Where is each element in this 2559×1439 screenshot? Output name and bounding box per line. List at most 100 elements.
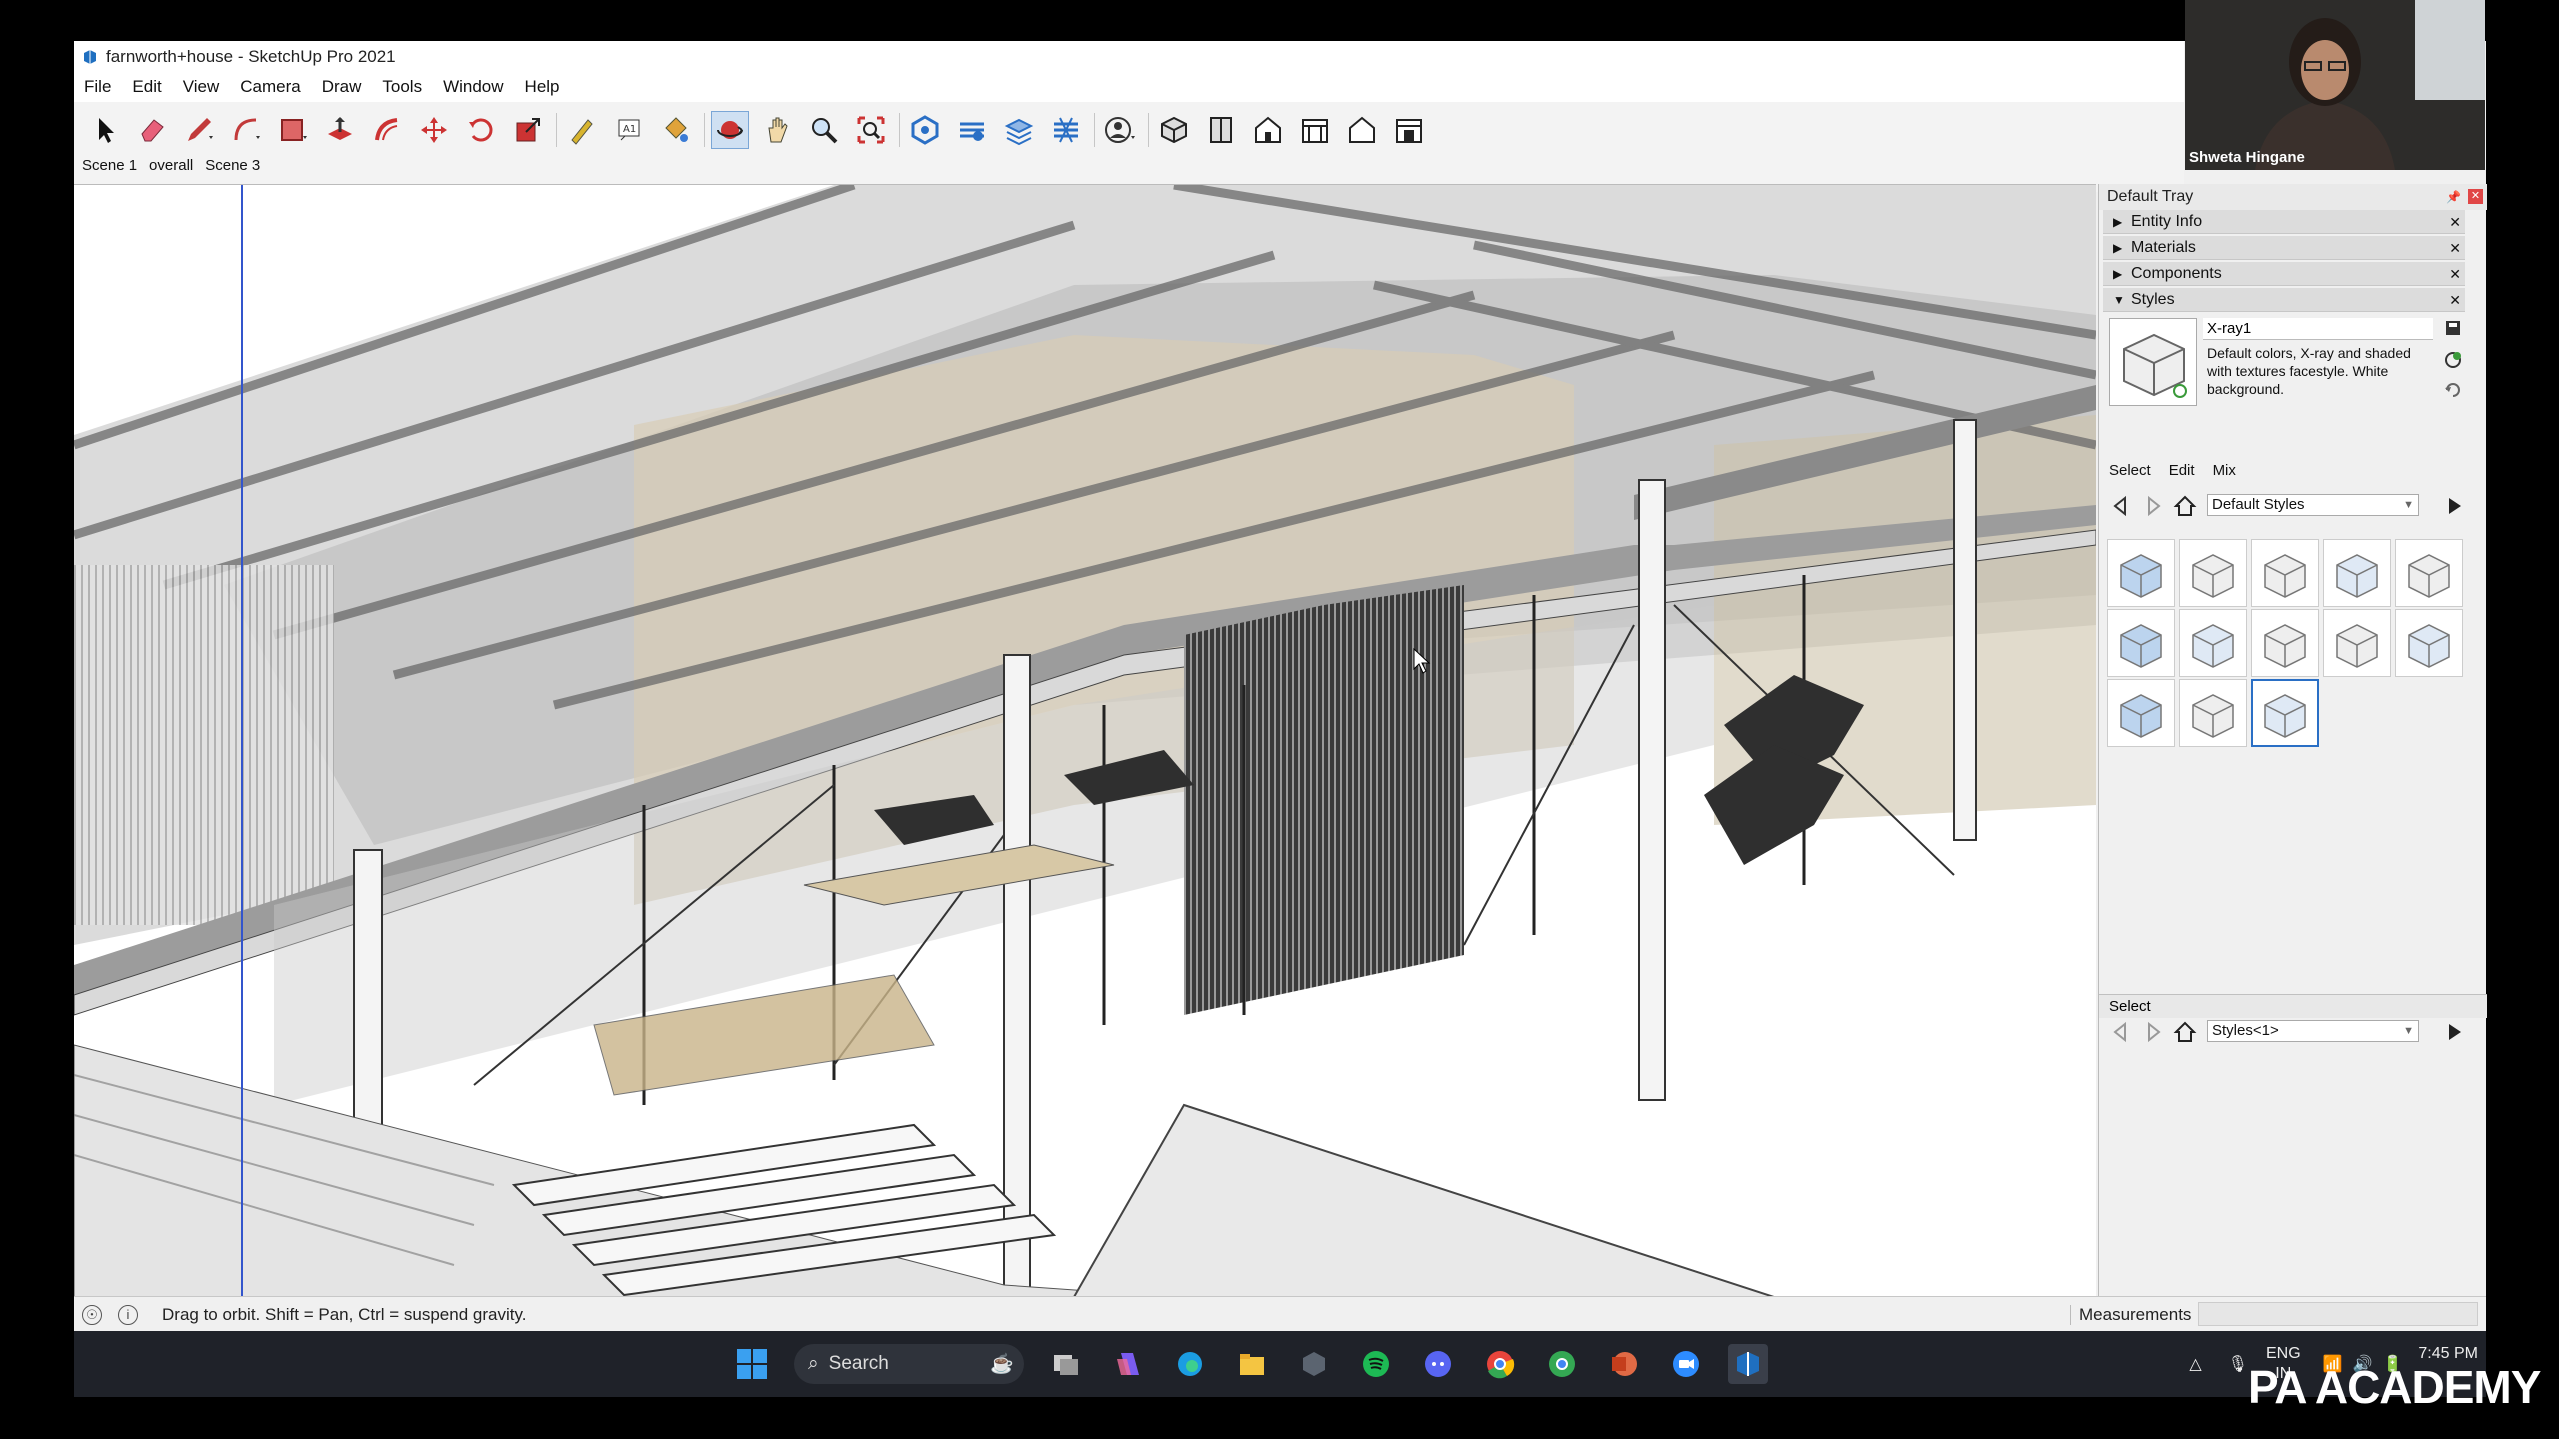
style-collection-select[interactable]: Default Styles ▼ (2207, 494, 2419, 516)
model-viewport[interactable] (74, 184, 2096, 1296)
chrome-icon[interactable] (1480, 1344, 1520, 1384)
details-arrow-icon[interactable] (2443, 494, 2467, 518)
pan-tool-icon[interactable] (758, 111, 796, 149)
close-panel-icon[interactable]: ✕ (2449, 262, 2461, 286)
text-tool-icon[interactable]: A1 (610, 111, 648, 149)
home-icon[interactable] (2173, 494, 2197, 518)
style-swatch[interactable] (2395, 539, 2463, 607)
tab-select[interactable]: Select (2109, 462, 2151, 479)
info-icon[interactable]: i (118, 1305, 138, 1325)
back-view-icon[interactable] (1343, 111, 1381, 149)
right-view-icon[interactable] (1296, 111, 1334, 149)
pencil-tool-icon[interactable] (180, 111, 218, 149)
tab-edit[interactable]: Edit (2169, 462, 2195, 479)
scale-tool-icon[interactable] (509, 111, 547, 149)
sketchup-taskbar-icon[interactable] (1728, 1344, 1768, 1384)
layout-icon[interactable] (1000, 111, 1038, 149)
eraser-tool-icon[interactable] (133, 111, 171, 149)
orbit-tool-icon[interactable] (711, 111, 749, 149)
style-swatch[interactable] (2395, 609, 2463, 677)
style-swatch[interactable] (2323, 539, 2391, 607)
panel-materials[interactable]: ▶ Materials ✕ (2103, 236, 2465, 260)
front-view-icon[interactable] (1249, 111, 1287, 149)
geo-location-icon[interactable]: ☉ (82, 1305, 102, 1325)
style-swatch[interactable] (2323, 609, 2391, 677)
pin-icon[interactable]: 📌 (2446, 184, 2461, 210)
spotify-icon[interactable] (1356, 1344, 1396, 1384)
edge-browser-icon[interactable] (1170, 1344, 1210, 1384)
file-explorer-icon[interactable] (1232, 1344, 1272, 1384)
extension-warehouse-icon[interactable] (953, 111, 991, 149)
offset-tool-icon[interactable] (368, 111, 406, 149)
rotate-tool-icon[interactable] (462, 111, 500, 149)
taskbar-search[interactable]: ⌕ Search ☕ (794, 1344, 1024, 1384)
menu-camera[interactable]: Camera (240, 77, 300, 97)
close-panel-icon[interactable]: ✕ (2449, 236, 2461, 260)
powerpoint-icon[interactable] (1604, 1344, 1644, 1384)
rectangle-tool-icon[interactable] (274, 111, 312, 149)
style-swatch[interactable] (2251, 539, 2319, 607)
close-panel-icon[interactable]: ✕ (2449, 288, 2461, 312)
style-swatch[interactable] (2179, 539, 2247, 607)
windows-start-icon[interactable] (732, 1344, 772, 1384)
details-arrow-icon[interactable] (2443, 1020, 2467, 1044)
iso-view-icon[interactable] (1155, 111, 1193, 149)
scene-tab[interactable]: Scene 1 (82, 157, 137, 174)
style-swatch[interactable] (2107, 609, 2175, 677)
top-view-icon[interactable] (1202, 111, 1240, 149)
copilot-icon[interactable] (1108, 1344, 1148, 1384)
extension-manager-icon[interactable] (1047, 111, 1085, 149)
menu-tools[interactable]: Tools (382, 77, 422, 97)
close-tray-icon[interactable]: ✕ (2468, 189, 2483, 204)
menu-view[interactable]: View (183, 77, 220, 97)
scene-tabs: Scene 1 overall Scene 3 (82, 157, 272, 174)
tab-mix[interactable]: Mix (2213, 462, 2236, 479)
panel-entity-info[interactable]: ▶ Entity Info ✕ (2103, 210, 2465, 234)
left-view-icon[interactable] (1390, 111, 1428, 149)
select-tool-icon[interactable] (86, 111, 124, 149)
paint-bucket-tool-icon[interactable] (657, 111, 695, 149)
style-swatch[interactable] (2179, 609, 2247, 677)
menu-draw[interactable]: Draw (322, 77, 362, 97)
style-swatch[interactable] (2179, 679, 2247, 747)
tape-measure-tool-icon[interactable] (563, 111, 601, 149)
arc-tool-icon[interactable] (227, 111, 265, 149)
zoom-extents-tool-icon[interactable] (852, 111, 890, 149)
forward-arrow-icon[interactable] (2141, 1020, 2165, 1044)
home-icon[interactable] (2173, 1020, 2197, 1044)
scene-tab[interactable]: Scene 3 (205, 157, 260, 174)
back-arrow-icon[interactable] (2109, 494, 2133, 518)
lower-collection-select[interactable]: Styles<1> ▼ (2207, 1020, 2419, 1042)
zoom-icon[interactable] (1666, 1344, 1706, 1384)
close-panel-icon[interactable]: ✕ (2449, 210, 2461, 234)
discord-icon[interactable] (1418, 1344, 1458, 1384)
3d-warehouse-icon[interactable] (906, 111, 944, 149)
create-style-icon[interactable] (2443, 350, 2463, 370)
panel-styles[interactable]: ▼ Styles ✕ (2103, 288, 2465, 312)
style-swatch[interactable] (2107, 539, 2175, 607)
update-style-icon[interactable] (2443, 318, 2463, 338)
forward-arrow-icon[interactable] (2141, 494, 2165, 518)
back-arrow-icon[interactable] (2109, 1020, 2133, 1044)
panel-components[interactable]: ▶ Components ✕ (2103, 262, 2465, 286)
account-icon[interactable] (1101, 111, 1139, 149)
menu-window[interactable]: Window (443, 77, 503, 97)
measurements-input[interactable] (2198, 1302, 2478, 1326)
menu-file[interactable]: File (84, 77, 111, 97)
move-tool-icon[interactable] (415, 111, 453, 149)
refresh-icon[interactable] (2443, 380, 2463, 400)
scene-tab[interactable]: overall (149, 157, 193, 174)
zoom-tool-icon[interactable] (805, 111, 843, 149)
style-name-field[interactable]: X-ray1 (2203, 318, 2433, 340)
style-swatch[interactable] (2251, 679, 2319, 747)
menu-edit[interactable]: Edit (132, 77, 161, 97)
chevron-up-icon[interactable]: △ (2189, 1354, 2201, 1374)
microphone-icon[interactable]: 🎙 (2228, 1354, 2248, 1374)
push-pull-tool-icon[interactable] (321, 111, 359, 149)
app-shield-icon[interactable] (1294, 1344, 1334, 1384)
task-view-icon[interactable] (1046, 1344, 1086, 1384)
menu-help[interactable]: Help (525, 77, 560, 97)
style-swatch[interactable] (2107, 679, 2175, 747)
chrome-profile-icon[interactable] (1542, 1344, 1582, 1384)
style-swatch[interactable] (2251, 609, 2319, 677)
